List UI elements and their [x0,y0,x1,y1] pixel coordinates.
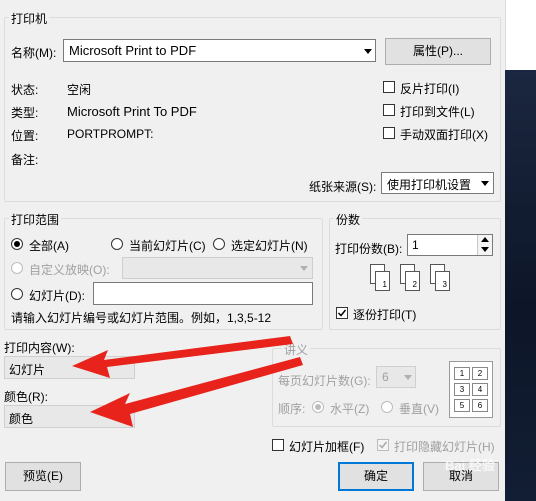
collate-page-number: 3 [442,280,447,289]
range-selected-radio[interactable] [213,238,225,250]
watermark: Bai 经验 [445,458,495,473]
handouts-title: 讲义 [282,341,311,358]
color-value: 颜色 [9,412,34,426]
frame-slides-label[interactable]: 幻灯片加框(F) [289,438,364,455]
handout-cell: 1 [454,367,470,380]
preview-button[interactable]: 预览(E) [5,462,81,491]
properties-button[interactable]: 属性(P)... [385,38,491,65]
chevron-down-icon [300,266,308,271]
print-what-select[interactable]: 幻灯片 [4,356,135,379]
where-value: PORTPROMPT: [67,127,154,141]
spin-up-icon[interactable] [481,237,489,242]
handout-layout-preview: 1 2 3 4 5 6 [449,361,493,418]
type-value: Microsoft Print To PDF [67,104,197,119]
printer-group-title: 打印机 [9,10,50,27]
reverse-print-checkbox[interactable] [383,81,395,93]
collate-icon: 1 2 3 [370,264,470,294]
paper-source-label: 纸张来源(S): [309,180,377,194]
range-custom-radio[interactable] [11,262,23,274]
handout-cell: 6 [472,399,488,412]
order-horizontal-radio[interactable] [312,401,324,413]
properties-button-label: 属性(P)... [413,44,463,58]
print-hidden-checkbox[interactable] [377,439,389,451]
range-current-radio[interactable] [111,238,123,250]
print-to-file-checkbox[interactable] [383,104,395,116]
color-label: 颜色(R): [4,390,48,404]
desktop-background [505,70,536,501]
print-dialog: 打印机 名称(M): Microsoft Print to PDF 属性(P).… [0,0,505,501]
comment-label: 备注: [11,153,39,167]
copies-count-input[interactable]: 1 [407,234,493,256]
status-label: 状态: [11,83,39,97]
order-vertical-label[interactable]: 垂直(V) [399,400,439,417]
chevron-down-icon [364,49,372,54]
order-label: 顺序: [278,402,306,416]
range-hint: 请输入幻灯片编号或幻灯片范围。例如，1,3,5-12 [11,311,272,325]
copies-count-label: 打印份数(B): [335,242,403,256]
print-what-label: 打印内容(W): [4,341,75,355]
handout-cell: 2 [472,367,488,380]
preview-button-label: 预览(E) [23,469,63,483]
copies-title: 份数 [334,211,363,228]
background-window [505,0,536,70]
handout-cell: 5 [454,399,470,412]
frame-slides-checkbox[interactable] [272,439,284,451]
paper-source-select[interactable]: 使用打印机设置 [381,172,494,194]
checkmark-icon [378,441,388,449]
status-value: 空闲 [67,83,92,97]
range-current-label[interactable]: 当前幻灯片(C) [129,237,206,254]
handout-cell: 4 [472,383,488,396]
print-to-file-label[interactable]: 打印到文件(L) [400,103,475,120]
paper-source-value: 使用打印机设置 [387,178,472,192]
spin-down-icon[interactable] [481,247,489,252]
print-range-title: 打印范围 [9,211,62,228]
copies-count-value: 1 [412,238,419,252]
manual-duplex-checkbox[interactable] [383,127,395,139]
print-hidden-label[interactable]: 打印隐藏幻灯片(H) [394,438,495,455]
type-label: 类型: [11,106,39,120]
where-label: 位置: [11,129,39,143]
copies-spinner[interactable] [477,235,492,255]
slides-range-input[interactable] [93,282,313,305]
chevron-down-icon [404,375,412,380]
checkmark-icon [337,309,347,317]
manual-duplex-label[interactable]: 手动双面打印(X) [400,126,488,143]
ok-button-label: 确定 [363,469,388,483]
reverse-print-label[interactable]: 反片打印(I) [400,80,459,97]
handout-cell: 3 [454,383,470,396]
printer-name-label: 名称(M): [11,46,57,60]
order-vertical-radio[interactable] [381,401,393,413]
range-all-radio[interactable] [11,238,23,250]
printer-name-value: Microsoft Print to PDF [69,43,197,58]
range-custom-label[interactable]: 自定义放映(O): [29,261,110,278]
color-select[interactable]: 颜色 [4,405,135,428]
per-page-label: 每页幻灯片数(G): [278,374,371,388]
custom-show-select[interactable] [122,257,313,279]
range-all-label[interactable]: 全部(A) [29,237,69,254]
chevron-down-icon [481,181,489,186]
order-horizontal-label[interactable]: 水平(Z) [330,400,369,417]
per-page-select[interactable]: 6 [376,366,416,388]
ok-button[interactable]: 确定 [338,462,414,491]
range-selected-label[interactable]: 选定幻灯片(N) [231,237,308,254]
printer-name-select[interactable]: Microsoft Print to PDF [63,39,376,62]
collate-page-number: 2 [412,280,417,289]
print-what-value: 幻灯片 [9,363,46,377]
range-slides-label[interactable]: 幻灯片(D): [29,287,85,304]
collate-page-number: 1 [382,280,387,289]
collate-checkbox[interactable] [336,307,348,319]
per-page-value: 6 [382,370,389,384]
range-slides-radio[interactable] [11,288,23,300]
collate-label[interactable]: 逐份打印(T) [353,306,416,323]
